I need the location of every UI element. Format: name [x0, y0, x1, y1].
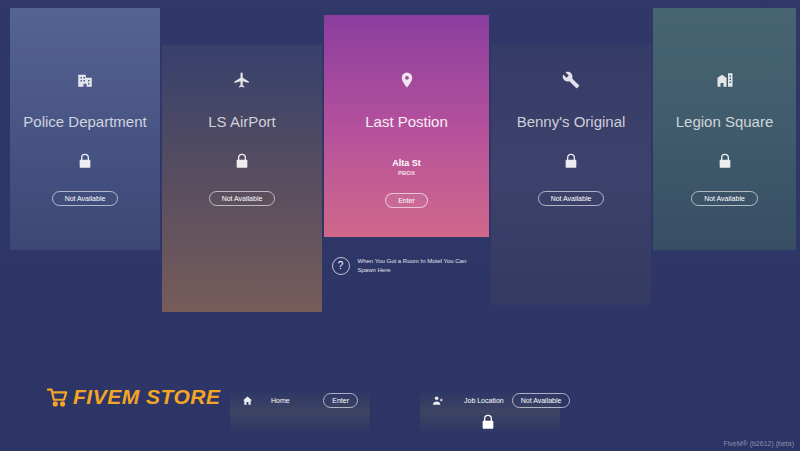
option-row: Home Enter [230, 383, 370, 408]
card-content: Police Department Not Available [10, 71, 160, 206]
card-content: Legion Square Not Available [653, 71, 796, 206]
card-title: Benny's Original [517, 113, 626, 131]
spawn-card[interactable]: LS AirPort Not Available [162, 45, 322, 312]
option-button[interactable]: Not Available [512, 393, 571, 408]
spawn-card[interactable]: Police Department Not Available [10, 8, 160, 250]
option-label: Job Location [464, 396, 504, 405]
spawn-card[interactable]: Legion Square Not Available [653, 8, 796, 250]
cart-icon [45, 386, 71, 408]
card-column: Legion Square Not Available [653, 8, 796, 250]
logo-text: FIVEM STORE [73, 385, 220, 409]
card-button[interactable]: Enter [385, 193, 428, 208]
spawn-card[interactable]: Benny's Original Not Available [491, 45, 651, 305]
plane-icon [233, 71, 251, 89]
option-row: Job LocationNot Available [420, 383, 560, 408]
card-column: Police Department Not Available [10, 8, 160, 250]
logo: FIVEM STORE [45, 385, 237, 409]
lock-icon [77, 153, 93, 169]
card-content: Benny's Original Not Available [491, 71, 651, 206]
card-content: Last Postion Alta StPBOX Enter [324, 71, 489, 208]
pin-icon [398, 71, 416, 89]
lock-icon [234, 153, 250, 169]
location-picture [230, 389, 370, 435]
spawn-cards: Police DepartmentNot AvailableLS AirPort… [0, 0, 800, 318]
lock-icon [717, 153, 733, 169]
card-title: Legion Square [676, 113, 774, 131]
card-dim [491, 45, 651, 305]
help-icon: ? [332, 257, 350, 275]
bottom-bar: FIVEM STOREHomeEnterJob LocationNot Avai… [0, 383, 800, 439]
person-icon [432, 395, 444, 406]
card-button[interactable]: Not Available [209, 191, 276, 206]
hint-text: When You Got a Room In Motel You Can Spa… [358, 257, 482, 275]
lock-icon [480, 414, 496, 430]
version-label: FiveM® (b2612) (beta) [723, 439, 794, 449]
bottom-option[interactable]: Home Enter [230, 383, 370, 435]
building-icon [716, 71, 734, 89]
option-label: Home [271, 396, 290, 405]
card-title: Police Department [23, 113, 146, 131]
card-title: LS AirPort [208, 113, 276, 131]
home-icon [242, 395, 253, 406]
lock-icon [563, 153, 579, 169]
street-label: Alta St [392, 158, 421, 169]
card-column: Benny's Original Not Available [491, 45, 651, 305]
footer: FiveM® (b2612) (beta) [0, 439, 800, 451]
card-button[interactable]: Not Available [538, 191, 605, 206]
card-column: LS AirPort Not Available [162, 45, 322, 312]
option-button[interactable]: Enter [323, 393, 358, 408]
card-button[interactable]: Not Available [691, 191, 758, 206]
card-button[interactable]: Not Available [52, 191, 119, 206]
building-icon [76, 71, 94, 89]
card-column: Last Postion Alta StPBOX Enter? When You Go… [324, 15, 489, 275]
spawn-card[interactable]: Last Postion Alta StPBOX Enter [324, 15, 489, 237]
hint: ? When You Got a Room In Motel You Can Sp… [332, 257, 482, 275]
wrench-icon [562, 71, 580, 89]
bottom-option[interactable]: Job LocationNot Available [420, 383, 560, 435]
card-title: Last Postion [365, 113, 448, 131]
card-content: LS AirPort Not Available [162, 71, 322, 206]
zone-label: PBOX [398, 169, 415, 177]
